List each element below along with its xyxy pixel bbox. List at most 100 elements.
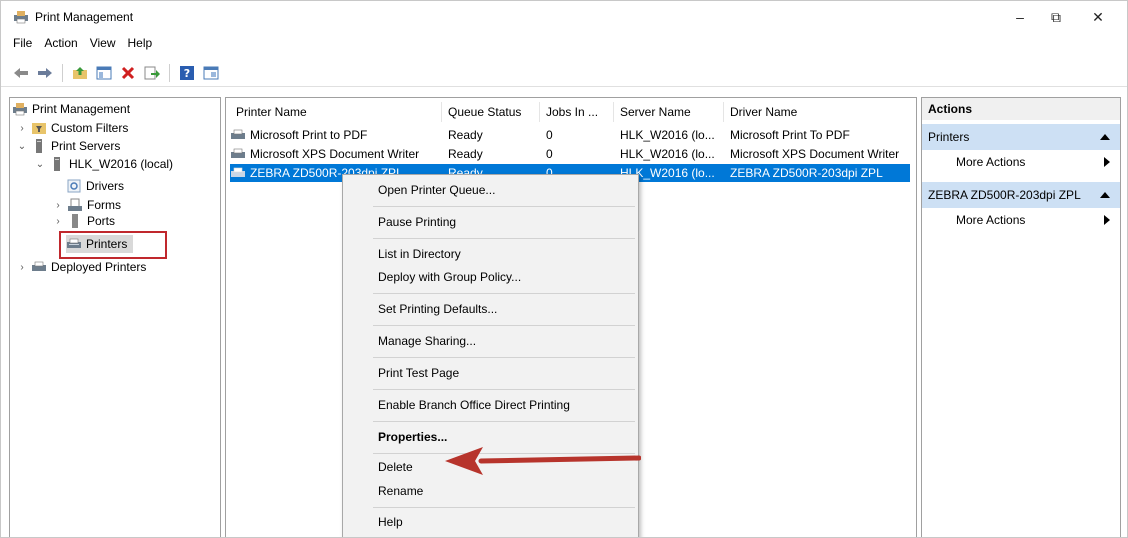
actions-section-printers[interactable]: Printers	[922, 124, 1120, 150]
context-menu: Open Printer Queue... Pause Printing Lis…	[342, 174, 639, 537]
menu-item-pause-printing[interactable]: Pause Printing	[343, 211, 638, 233]
driver-name: Microsoft Print To PDF	[730, 128, 850, 142]
tree-label: HLK_W2016 (local)	[69, 157, 174, 171]
action-label: More Actions	[956, 155, 1026, 169]
driver-name: ZEBRA ZD500R-203dpi ZPL	[730, 166, 883, 180]
column-header-server-name[interactable]: Server Name	[614, 102, 724, 122]
queue-status: Ready	[448, 147, 483, 161]
printer-icon	[230, 128, 246, 142]
chevron-down-icon[interactable]: ⌄	[16, 141, 28, 152]
chevron-right-icon[interactable]: ›	[52, 216, 64, 227]
menu-item-rename[interactable]: Rename	[343, 480, 638, 502]
section-label: Printers	[928, 130, 970, 144]
submenu-arrow-icon	[1104, 215, 1110, 225]
forms-icon	[67, 198, 83, 212]
menu-item-list-in-directory[interactable]: List in Directory	[343, 243, 638, 265]
up-folder-icon[interactable]	[70, 63, 90, 83]
properties-icon[interactable]	[201, 63, 221, 83]
tree-item-deployed-printers[interactable]: › Deployed Printers	[16, 258, 146, 276]
menu-item-enable-branch-office[interactable]: Enable Branch Office Direct Printing	[343, 394, 638, 416]
menu-bar: File Action View Help	[1, 33, 1127, 55]
tree-label: Forms	[87, 198, 121, 212]
menu-item-open-printer-queue[interactable]: Open Printer Queue...	[343, 179, 638, 201]
print-management-icon	[12, 102, 28, 116]
actions-section-zebra[interactable]: ZEBRA ZD500R-203dpi ZPL	[922, 182, 1120, 208]
toolbar-separator	[169, 63, 170, 82]
menu-item-set-printing-defaults[interactable]: Set Printing Defaults...	[343, 298, 638, 320]
tree-item-custom-filters[interactable]: › Custom Filters	[16, 119, 128, 137]
tree-label: Print Management	[32, 102, 131, 116]
menu-item-manage-sharing[interactable]: Manage Sharing...	[343, 330, 638, 352]
column-header-jobs[interactable]: Jobs In ...	[540, 102, 614, 122]
tree-item-ports[interactable]: › Ports	[52, 214, 115, 228]
printer-name: Microsoft Print to PDF	[250, 128, 368, 142]
annotation-highlight-box	[59, 231, 167, 259]
show-hide-tree-icon[interactable]	[94, 63, 114, 83]
menu-help[interactable]: Help	[122, 33, 159, 55]
jobs-count: 0	[546, 147, 553, 161]
tree-item-print-servers[interactable]: ⌄ Print Servers	[16, 137, 120, 155]
toolbar: ?	[1, 59, 1127, 87]
menu-separator	[373, 421, 635, 422]
server-name: HLK_W2016 (lo...	[620, 147, 715, 161]
column-header-driver-name[interactable]: Driver Name	[724, 102, 914, 122]
toolbar-separator	[62, 63, 63, 82]
server-name: HLK_W2016 (lo...	[620, 128, 715, 142]
menu-separator	[373, 357, 635, 358]
chevron-down-icon[interactable]: ⌄	[34, 159, 46, 170]
menu-item-deploy-group-policy[interactable]: Deploy with Group Policy...	[343, 266, 638, 288]
export-list-icon[interactable]	[142, 63, 162, 83]
title-bar: Print Management – ⧉ ✕	[1, 1, 1127, 33]
more-actions-zebra[interactable]: More Actions	[922, 208, 1120, 232]
maximize-button[interactable]: ⧉	[1033, 1, 1079, 33]
server-icon	[49, 157, 65, 171]
close-button[interactable]: ✕	[1075, 1, 1121, 33]
menu-item-print-test-page[interactable]: Print Test Page	[343, 362, 638, 384]
tree-label: Ports	[87, 214, 116, 228]
actions-pane: Actions Printers More Actions ZEBRA ZD50…	[921, 97, 1121, 537]
action-label: More Actions	[956, 213, 1026, 227]
printer-icon	[31, 260, 47, 274]
more-actions-printers[interactable]: More Actions	[922, 150, 1120, 174]
navigation-tree: Print Management › Custom Filters ⌄ Prin…	[9, 97, 221, 537]
tree-item-print-management[interactable]: Print Management	[12, 100, 130, 118]
chevron-right-icon[interactable]: ›	[16, 262, 28, 273]
tree-item-server-hlk[interactable]: ⌄ HLK_W2016 (local)	[34, 155, 173, 173]
jobs-count: 0	[546, 128, 553, 142]
delete-icon[interactable]	[118, 63, 138, 83]
help-icon[interactable]: ?	[177, 63, 197, 83]
ports-icon	[67, 214, 83, 228]
menu-separator	[373, 238, 635, 239]
collapse-up-icon[interactable]	[1100, 192, 1110, 198]
forward-arrow-icon[interactable]	[35, 63, 55, 83]
menu-separator	[373, 325, 635, 326]
column-header-printer-name[interactable]: Printer Name	[230, 102, 442, 122]
tree-label: Custom Filters	[51, 121, 129, 135]
tree-item-drivers[interactable]: Drivers	[66, 177, 124, 195]
printer-icon	[230, 147, 246, 161]
menu-file[interactable]: File	[7, 33, 38, 55]
printer-icon	[230, 166, 246, 180]
menu-view[interactable]: View	[84, 33, 122, 55]
queue-status: Ready	[448, 128, 483, 142]
collapse-up-icon[interactable]	[1100, 134, 1110, 140]
tree-label: Deployed Printers	[51, 260, 147, 274]
print-management-app-icon	[13, 10, 29, 24]
menu-item-help[interactable]: Help	[343, 511, 638, 533]
column-header-queue-status[interactable]: Queue Status	[442, 102, 540, 122]
menu-action[interactable]: Action	[38, 33, 83, 55]
chevron-right-icon[interactable]: ›	[16, 123, 28, 134]
annotation-arrow	[445, 447, 641, 475]
filter-folder-icon	[31, 121, 47, 135]
table-row[interactable]: Microsoft XPS Document Writer Ready 0 HL…	[230, 145, 910, 163]
chevron-right-icon[interactable]: ›	[52, 200, 64, 211]
tree-item-forms[interactable]: › Forms	[52, 196, 121, 214]
menu-separator	[373, 206, 635, 207]
menu-separator	[373, 389, 635, 390]
table-row[interactable]: Microsoft Print to PDF Ready 0 HLK_W2016…	[230, 126, 910, 144]
printer-name-cell: Microsoft XPS Document Writer	[230, 145, 442, 163]
menu-separator	[373, 507, 635, 508]
driver-name: Microsoft XPS Document Writer	[730, 147, 900, 161]
svg-text:?: ?	[184, 67, 190, 80]
back-arrow-icon[interactable]	[11, 63, 31, 83]
